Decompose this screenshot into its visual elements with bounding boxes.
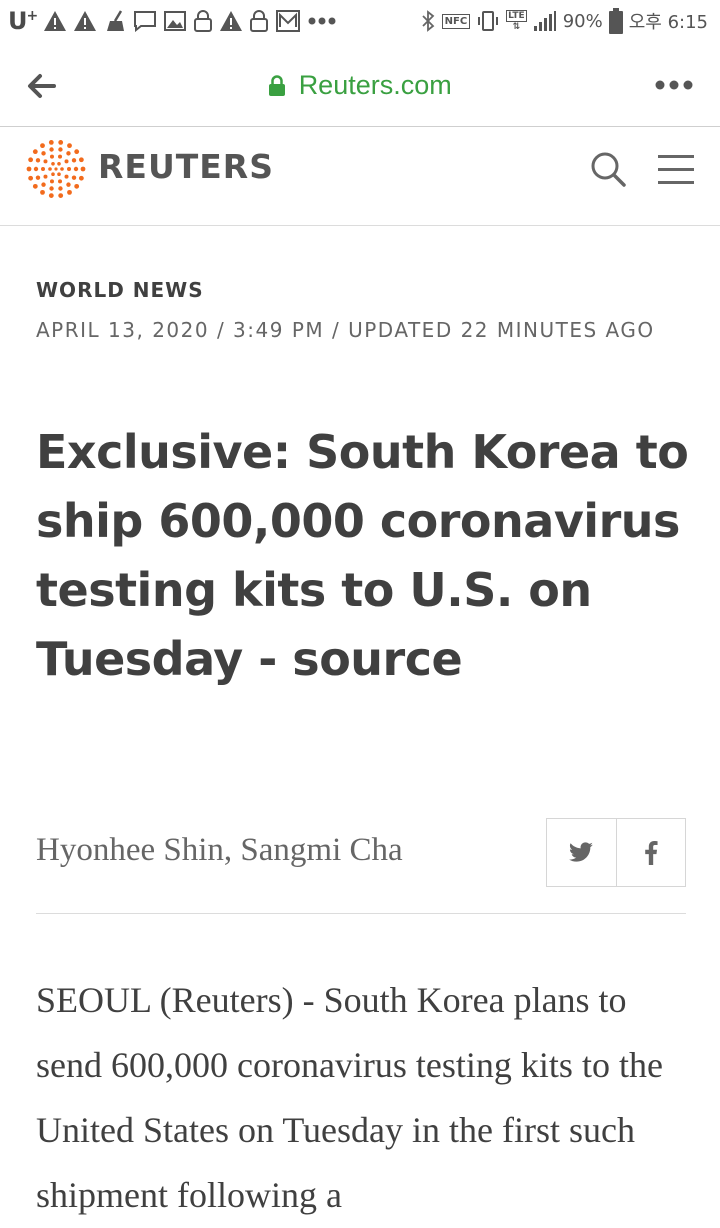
section-label[interactable]: WORLD NEWS [36, 278, 204, 302]
site-header: REUTERS [0, 127, 720, 226]
article-body-paragraph: SEOUL (Reuters) - South Korea plans to s… [36, 980, 663, 1215]
cleaner-icon [107, 10, 125, 31]
hamburger-menu-icon [658, 155, 694, 184]
browser-toolbar: Reuters.com [0, 44, 720, 127]
article-dateline: APRIL 13, 2020 / 3:49 PM / UPDATED 22 MI… [36, 318, 655, 342]
url-text: Reuters.com [298, 70, 452, 100]
warning-icon [44, 11, 67, 31]
lock-icon [250, 10, 269, 32]
lock-icon [194, 10, 213, 32]
facebook-icon [644, 840, 658, 865]
browser-menu-button[interactable] [652, 70, 696, 100]
article-byline[interactable]: Hyonhee Shin, Sangmi Cha [36, 832, 403, 869]
data-arrows-icon: ⇅ [512, 22, 521, 32]
byline-divider [36, 913, 686, 914]
reuters-logo-icon[interactable] [26, 139, 86, 199]
system-icons: NFC LTE ⇅ 90% 오후 6:15 [420, 6, 708, 36]
search-icon [591, 152, 626, 187]
carrier-label: U+ [8, 7, 38, 35]
warning-icon [220, 11, 243, 31]
status-bar: U+ NFC LTE ⇅ 90% 오후 6:15 [0, 0, 720, 44]
facebook-share-button[interactable] [615, 819, 686, 886]
more-dots-icon [655, 80, 693, 90]
more-dots-icon [308, 17, 336, 25]
article-headline: Exclusive: South Korea to ship 600,000 c… [36, 425, 689, 686]
address-bar[interactable]: Reuters.com [0, 70, 720, 101]
nfc-icon: NFC [441, 13, 471, 29]
menu-button[interactable] [656, 151, 696, 187]
search-button[interactable] [588, 149, 628, 189]
brand-wordmark[interactable]: REUTERS [98, 147, 274, 186]
image-icon [164, 11, 187, 31]
lte-icon: LTE ⇅ [506, 10, 527, 32]
message-icon [134, 11, 157, 32]
battery-percent: 90% [562, 10, 603, 32]
lte-label: LTE [506, 10, 527, 22]
signal-icon [533, 11, 556, 31]
share-buttons [546, 818, 686, 887]
mail-icon [276, 10, 301, 32]
reuters-dots-logo [26, 140, 86, 198]
bluetooth-icon [421, 10, 434, 32]
notification-icons: U+ [8, 6, 337, 36]
twitter-share-button[interactable] [547, 819, 616, 886]
twitter-icon [569, 841, 594, 862]
secure-lock-icon [269, 74, 286, 96]
warning-icon [74, 11, 97, 31]
battery-icon [608, 8, 623, 34]
vibrate-icon [478, 11, 499, 31]
clock: 오후 6:15 [628, 12, 708, 33]
